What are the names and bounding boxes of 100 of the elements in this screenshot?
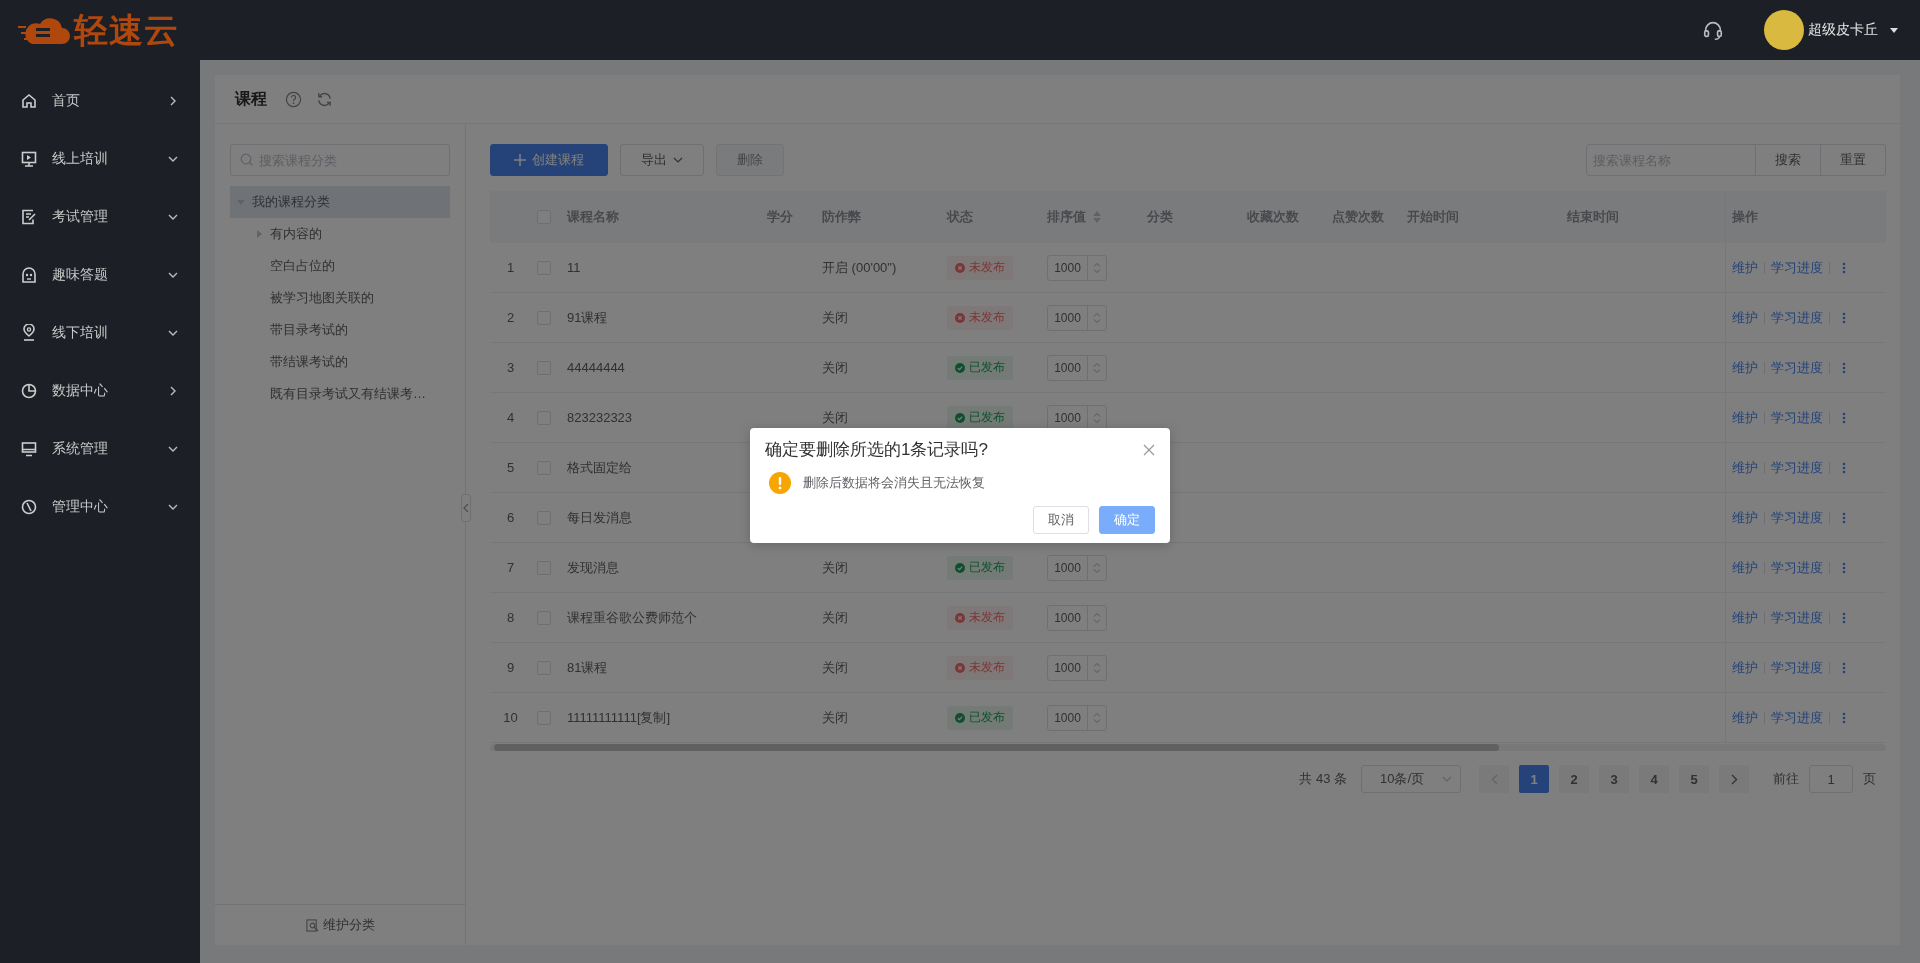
menu-item-icon [20, 498, 38, 516]
sidebar-item[interactable]: 首页 [0, 72, 200, 130]
page-button[interactable]: 4 [1639, 765, 1669, 793]
more-vertical-icon[interactable] [1842, 661, 1846, 674]
progress-link[interactable]: 学习进度 [1771, 708, 1823, 727]
sort-number-field[interactable]: 1000 [1047, 354, 1107, 381]
warning-icon [769, 472, 791, 494]
maintain-link[interactable]: 维护 [1732, 458, 1758, 477]
maintain-link[interactable]: 维护 [1732, 408, 1758, 427]
more-vertical-icon[interactable] [1842, 511, 1846, 524]
course-name: 81课程 [567, 658, 608, 677]
sort-number-field[interactable]: 1000 [1047, 254, 1107, 281]
more-vertical-icon[interactable] [1842, 461, 1846, 474]
sort-number-field[interactable]: 1000 [1047, 704, 1107, 731]
page-button[interactable]: 1 [1519, 765, 1549, 793]
more-vertical-icon[interactable] [1842, 561, 1846, 574]
maintain-link[interactable]: 维护 [1732, 308, 1758, 327]
progress-link[interactable]: 学习进度 [1771, 408, 1823, 427]
manage-categories-link[interactable]: 维护分类 [305, 916, 375, 934]
collapse-handle[interactable] [461, 494, 471, 522]
course-name: 每日发消息 [567, 508, 632, 527]
page-button[interactable]: 2 [1559, 765, 1589, 793]
page-button[interactable]: 5 [1679, 765, 1709, 793]
horizontal-scrollbar[interactable] [490, 744, 1886, 751]
sidebar-item[interactable]: 线上培训 [0, 130, 200, 188]
page-button[interactable]: 3 [1599, 765, 1629, 793]
cancel-button[interactable]: 取消 [1033, 506, 1089, 534]
avatar[interactable] [1764, 10, 1804, 50]
maintain-link[interactable]: 维护 [1732, 708, 1758, 727]
menu-item-icon [20, 440, 38, 458]
maintain-link[interactable]: 维护 [1732, 658, 1758, 677]
progress-link[interactable]: 学习进度 [1771, 258, 1823, 277]
total-count: 共 43 条 [1299, 770, 1347, 788]
tree-item[interactable]: 带结课考试的 [230, 346, 450, 378]
sort-number-field[interactable]: 1000 [1047, 604, 1107, 631]
more-vertical-icon[interactable] [1842, 261, 1846, 274]
sidebar-item[interactable]: 考试管理 [0, 188, 200, 246]
more-vertical-icon[interactable] [1842, 411, 1846, 424]
search-icon [240, 153, 254, 167]
progress-link[interactable]: 学习进度 [1771, 458, 1823, 477]
sidebar-item[interactable]: 线下培训 [0, 304, 200, 362]
status-tag: 未发布 [947, 605, 1013, 630]
user-name[interactable]: 超级皮卡丘 [1808, 21, 1878, 39]
maintain-link[interactable]: 维护 [1732, 558, 1758, 577]
maintain-link[interactable]: 维护 [1732, 508, 1758, 527]
row-number: 9 [506, 660, 515, 675]
menu-item-icon [20, 382, 38, 400]
next-page-button[interactable] [1719, 765, 1749, 793]
sidebar-item[interactable]: 管理中心 [0, 478, 200, 536]
search-button[interactable]: 搜索 [1756, 144, 1821, 176]
chevron-left-icon [463, 503, 469, 513]
more-vertical-icon[interactable] [1842, 711, 1846, 724]
tree-item[interactable]: 有内容的 [230, 218, 450, 250]
row-number: 1 [506, 260, 515, 275]
progress-link[interactable]: 学习进度 [1771, 358, 1823, 377]
close-icon[interactable] [1143, 443, 1155, 456]
anti-cheat-value: 关闭 [822, 308, 848, 327]
more-vertical-icon[interactable] [1842, 611, 1846, 624]
cross-circle-icon [955, 662, 965, 673]
progress-link[interactable]: 学习进度 [1771, 508, 1823, 527]
export-button[interactable]: 导出 [620, 144, 704, 176]
help-icon[interactable] [285, 90, 302, 108]
refresh-icon[interactable] [316, 90, 333, 108]
progress-link[interactable]: 学习进度 [1771, 608, 1823, 627]
tree-item[interactable]: 被学习地图关联的 [230, 282, 450, 314]
sort-number-field[interactable]: 1000 [1047, 554, 1107, 581]
reset-button[interactable]: 重置 [1821, 144, 1886, 176]
sort-icon [1092, 210, 1102, 224]
tree-item[interactable]: 我的课程分类 [230, 186, 450, 218]
confirm-button[interactable]: 确定 [1099, 506, 1155, 534]
sidebar-item[interactable]: 数据中心 [0, 362, 200, 420]
sort-number-field[interactable]: 1000 [1047, 654, 1107, 681]
tree-item[interactable]: 带目录考试的 [230, 314, 450, 346]
maintain-link[interactable]: 维护 [1732, 608, 1758, 627]
create-course-button[interactable]: 创建课程 [490, 144, 608, 176]
progress-link[interactable]: 学习进度 [1771, 658, 1823, 677]
more-vertical-icon[interactable] [1842, 311, 1846, 324]
tree-item[interactable]: 空白占位的 [230, 250, 450, 282]
caret-right-icon [254, 229, 264, 239]
goto-label: 前往 [1773, 770, 1799, 788]
sort-number-field[interactable]: 1000 [1047, 304, 1107, 331]
tree-item[interactable]: 既有目录考试又有结课考… [230, 378, 450, 410]
more-vertical-icon[interactable] [1842, 361, 1846, 374]
dialog-title: 确定要删除所选的1条记录吗? [765, 439, 988, 461]
page-number-field[interactable]: 1 [1809, 765, 1853, 793]
status-tag: 已发布 [947, 355, 1013, 380]
maintain-link[interactable]: 维护 [1732, 358, 1758, 377]
sidebar-item[interactable]: 系统管理 [0, 420, 200, 478]
anti-cheat-value: 关闭 [822, 358, 848, 377]
page-size-select[interactable]: 10条/页 [1361, 765, 1461, 793]
sidebar-item[interactable]: 趣味答题 [0, 246, 200, 304]
progress-link[interactable]: 学习进度 [1771, 308, 1823, 327]
anti-cheat-value: 关闭 [822, 608, 848, 627]
headset-icon[interactable] [1702, 19, 1724, 41]
page-suffix: 页 [1863, 770, 1876, 788]
row-number: 10 [503, 710, 518, 725]
maintain-link[interactable]: 维护 [1732, 258, 1758, 277]
progress-link[interactable]: 学习进度 [1771, 558, 1823, 577]
chevron-down-icon [673, 155, 683, 165]
course-name: 11111111111[复制] [567, 708, 671, 727]
